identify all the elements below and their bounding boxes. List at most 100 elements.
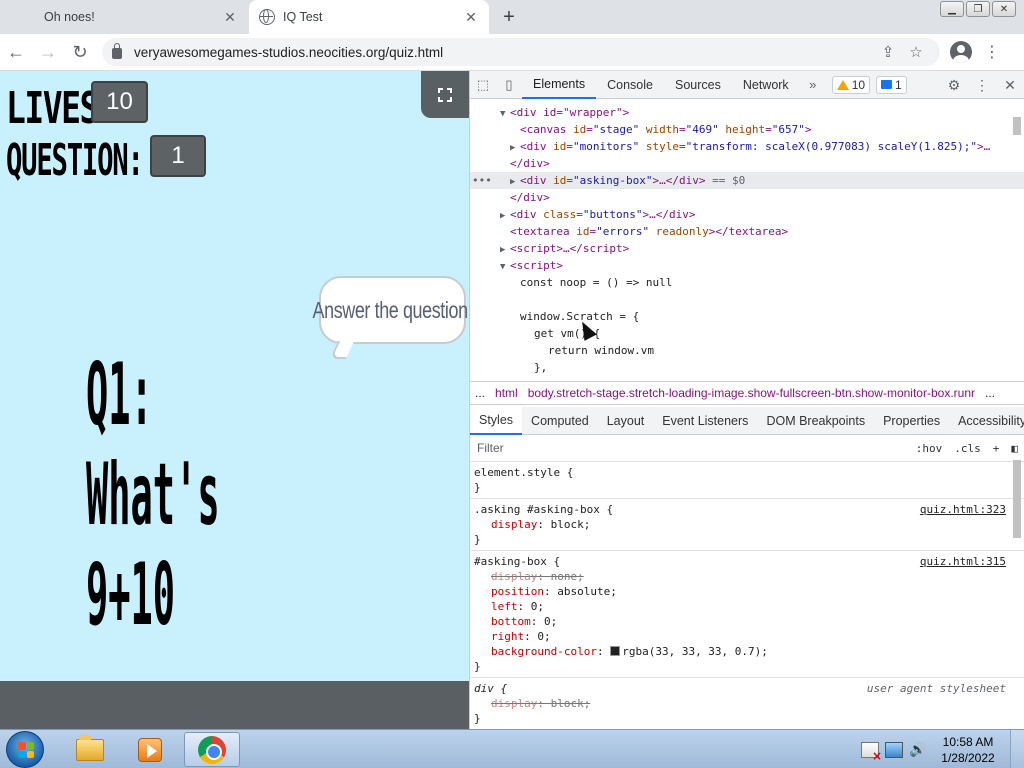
close-icon[interactable]: ✕ (463, 9, 479, 25)
css-property[interactable]: display: none; (474, 569, 1024, 584)
message-icon (881, 80, 893, 89)
css-rule-asking-box[interactable]: #asking-box { quiz.html:315 display: non… (470, 551, 1024, 678)
tab-network[interactable]: Network (732, 71, 800, 99)
volume-icon[interactable]: 🔊 (909, 742, 927, 758)
devtools-tabbar: ⬚ ▯ Elements Console Sources Network » 1… (470, 71, 1024, 99)
tab-console[interactable]: Console (596, 71, 664, 99)
filter-input[interactable]: Filter (470, 441, 910, 455)
dom-text: == $0 (712, 174, 746, 187)
minimize-button[interactable]: ▁ (940, 1, 964, 17)
styles-scrollbar[interactable] (1012, 460, 1022, 718)
reload-button[interactable]: ↻ (64, 36, 96, 68)
tab-title: IQ Test (283, 10, 323, 24)
dom-node-wrapper[interactable]: ▼ <div id="wrapper"> (470, 104, 1024, 121)
rule-close: } (474, 481, 481, 494)
tab-iq-test[interactable]: IQ Test ✕ (249, 0, 489, 34)
dom-node-canvas[interactable]: <canvas id="stage" width="469" height="6… (470, 121, 1024, 138)
dom-tree[interactable]: ▼ <div id="wrapper"> <canvas id="stage" w… (470, 99, 1024, 381)
devtools-menu-icon[interactable]: ⋮ (968, 77, 996, 94)
js-line: const noop = () => null (520, 276, 673, 289)
dom-node-monitors[interactable]: ▶ <div id="monitors" style="transform: sc… (470, 138, 1024, 155)
tab-styles[interactable]: Styles (470, 406, 523, 435)
tab-sources[interactable]: Sources (664, 71, 732, 99)
dom-text: "stage" (592, 123, 640, 136)
tab-elements[interactable]: Elements (522, 71, 597, 99)
tab-accessibility[interactable]: Accessibility (949, 407, 1024, 435)
css-property[interactable]: display: block; (474, 517, 1024, 532)
kebab-menu-icon[interactable]: ⋮ (980, 42, 1004, 62)
action-center-icon[interactable] (861, 741, 882, 763)
breadcrumb-html[interactable]: html (490, 386, 523, 400)
device-toolbar-icon[interactable]: ▯ (496, 77, 522, 93)
clock[interactable]: 10:58 AM 1/28/2022 (930, 734, 1006, 766)
cls-toggle[interactable]: .cls (948, 442, 987, 455)
messages-badge[interactable]: 1 (876, 75, 907, 94)
dom-node-buttons[interactable]: ▶ <div class="buttons">…</div> (470, 206, 1024, 223)
css-rule-element-style[interactable]: element.style { } (470, 462, 1024, 499)
css-rule-asking[interactable]: .asking #asking-box { quiz.html:323 disp… (470, 499, 1024, 551)
fullscreen-button[interactable] (421, 71, 469, 118)
warnings-badge[interactable]: 10 (831, 75, 871, 94)
js-line: window.Scratch = { (520, 310, 640, 323)
window-close-button[interactable]: ✕ (992, 1, 1016, 17)
color-swatch-icon[interactable] (610, 646, 621, 656)
rule-source-link[interactable]: quiz.html:323 (920, 502, 1006, 517)
star-icon[interactable]: ☆ (902, 43, 930, 61)
css-property[interactable]: bottom: 0; (474, 614, 1024, 629)
dom-node-script-open[interactable]: ▼ <script> (470, 257, 1024, 274)
share-icon[interactable]: ⇪ (874, 43, 902, 61)
new-rule-icon[interactable]: + (987, 442, 1006, 455)
dom-node-textarea[interactable]: <textarea id="errors" readonly></textare… (470, 223, 1024, 240)
styles-filter-row: Filter :hov .cls + ◧ (470, 435, 1024, 462)
css-rule-div-ua[interactable]: div { user agent stylesheet display: blo… (470, 678, 1024, 730)
close-icon[interactable]: ✕ (222, 9, 238, 25)
dom-scrollbar[interactable] (1012, 109, 1022, 377)
dom-node-close[interactable]: </div> (470, 189, 1024, 206)
tab-event-listeners[interactable]: Event Listeners (653, 407, 757, 435)
forward-button[interactable]: → (32, 36, 64, 68)
dom-node-close[interactable]: </div> (470, 155, 1024, 172)
dom-text: "asking-box" (573, 174, 653, 187)
tab-oh-noes[interactable]: Oh noes! ✕ (0, 0, 248, 34)
lives-monitor: 10 (91, 81, 148, 123)
tab-dom-breakpoints[interactable]: DOM Breakpoints (757, 407, 874, 435)
address-bar[interactable]: veryawesomegames-studios.neocities.org/q… (102, 38, 940, 66)
taskbar-chrome[interactable] (184, 732, 240, 767)
breadcrumb-body[interactable]: body.stretch-stage.stretch-loading-image… (523, 386, 980, 400)
game-stage[interactable]: LIVES: 10 QUESTION: 1 Answer the questio… (0, 71, 469, 681)
window-controls: ▁ ❐ ✕ (940, 1, 1016, 17)
breadcrumb-more[interactable]: ... (980, 386, 1000, 400)
tab-layout[interactable]: Layout (598, 407, 654, 435)
network-icon[interactable] (885, 741, 903, 758)
inspect-element-icon[interactable]: ⬚ (470, 77, 496, 93)
gear-icon[interactable]: ⚙ (940, 77, 968, 94)
clock-date: 1/28/2022 (941, 750, 995, 765)
maximize-button[interactable]: ❐ (966, 1, 990, 17)
profile-icon[interactable] (950, 41, 972, 63)
css-property[interactable]: left: 0; (474, 599, 1024, 614)
css-property[interactable]: display: block; (474, 696, 1024, 711)
hov-toggle[interactable]: :hov (910, 442, 949, 455)
tab-computed[interactable]: Computed (522, 407, 598, 435)
new-tab-button[interactable]: + (497, 6, 521, 28)
back-button[interactable]: ← (0, 36, 32, 68)
lock-icon[interactable] (112, 43, 122, 59)
dom-node-menu[interactable]: ••• (472, 172, 492, 189)
breadcrumb-ellipsis[interactable]: ... (470, 386, 490, 400)
tab-properties[interactable]: Properties (874, 407, 949, 435)
dom-node-script[interactable]: ▶ <script>…</script> (470, 240, 1024, 257)
property-value: absolute; (557, 585, 617, 598)
css-property[interactable]: right: 0; (474, 629, 1024, 644)
taskbar-explorer[interactable] (62, 732, 118, 767)
start-button[interactable] (6, 731, 44, 768)
show-desktop-button[interactable] (1010, 730, 1024, 768)
css-property[interactable]: background-color: rgba(33, 33, 33, 0.7); (474, 644, 1024, 659)
close-devtools-icon[interactable]: ✕ (996, 77, 1024, 94)
rule-source-link[interactable]: quiz.html:315 (920, 554, 1006, 569)
taskbar-media-player[interactable] (122, 732, 178, 767)
toggle-sidebar-icon[interactable]: ◧ (1005, 442, 1024, 455)
dom-node-asking-box[interactable]: ••• ▶ <div id="asking-box">…</div> == $0 (470, 172, 1024, 189)
more-tabs-icon[interactable]: » (800, 77, 826, 92)
css-property[interactable]: position: absolute; (474, 584, 1024, 599)
question-text: Q1: What's 9+10 (86, 345, 220, 645)
